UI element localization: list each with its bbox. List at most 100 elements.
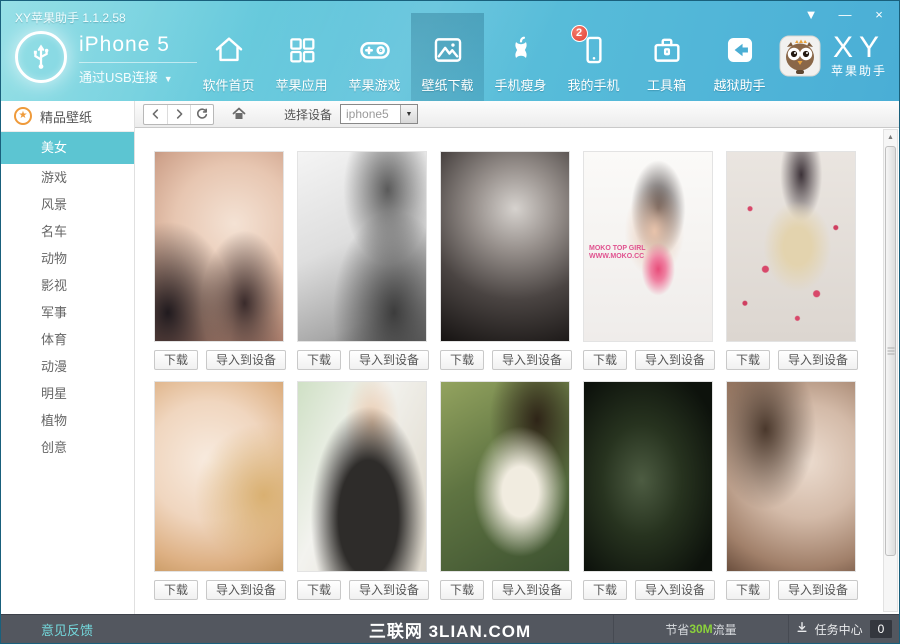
sidebar-item-movies[interactable]: 影视 (1, 272, 134, 299)
nav-item-my-phone[interactable]: 2 我的手机 (557, 13, 630, 101)
sidebar-item-games[interactable]: 游戏 (1, 164, 134, 191)
wallpaper-thumbnail[interactable] (726, 381, 856, 572)
wallpaper-icon (428, 30, 468, 70)
sidebar-item-animals[interactable]: 动物 (1, 245, 134, 272)
wallpaper-thumbnail[interactable] (297, 381, 427, 572)
brand-text: XY 苹果助手 (831, 34, 887, 79)
gamepad-icon (355, 30, 395, 70)
app-window: XY苹果助手 1.1.2.58 ▼ — × iPhone 5 通过USB连接▼ (0, 0, 900, 644)
sidebar-item-stars[interactable]: 明星 (1, 380, 134, 407)
sidebar-item-plants[interactable]: 植物 (1, 407, 134, 434)
download-button[interactable]: 下载 (154, 350, 198, 370)
nav-item-apple-games[interactable]: 苹果游戏 (338, 13, 411, 101)
device-select-value: iphone5 (341, 107, 400, 121)
chevron-down-icon: ▼ (164, 74, 173, 84)
wallpaper-thumbnail[interactable] (297, 151, 427, 342)
home-button[interactable] (226, 104, 252, 125)
sidebar-header-featured-wallpapers[interactable]: ★ 精品壁纸 (1, 101, 134, 132)
device-info: iPhone 5 通过USB连接▼ (15, 31, 197, 86)
site-watermark: 三联网 3LIAN.COM (369, 617, 531, 642)
nav-item-software-home[interactable]: 软件首页 (192, 13, 265, 101)
apps-grid-icon (282, 30, 322, 70)
brand-logo: XY 苹果助手 (777, 33, 887, 79)
download-arrow-icon (796, 620, 808, 638)
device-select-dropdown[interactable]: iphone5 ▼ (340, 104, 418, 124)
sidebar-item-cars[interactable]: 名车 (1, 218, 134, 245)
download-button[interactable]: 下载 (154, 580, 198, 600)
toolbox-icon (647, 30, 687, 70)
import-to-device-button[interactable]: 导入到设备 (635, 580, 715, 600)
sidebar-item-anime[interactable]: 动漫 (1, 353, 134, 380)
download-button[interactable]: 下载 (440, 350, 484, 370)
brand-subtitle: 苹果助手 (831, 62, 887, 79)
menu-dropdown-icon[interactable]: ▼ (801, 6, 821, 24)
window-controls: ▼ — × (801, 6, 889, 24)
main-nav: 软件首页 苹果应用 苹果游戏 壁纸下载 (192, 13, 776, 101)
wallpaper-card: 下载导入到设备 (583, 381, 713, 600)
owl-logo-icon (777, 33, 823, 79)
minimize-icon[interactable]: — (835, 6, 855, 24)
scrollbar-thumb[interactable] (885, 146, 896, 556)
download-button[interactable]: 下载 (726, 350, 770, 370)
download-button[interactable]: 下载 (583, 350, 627, 370)
download-button[interactable]: 下载 (726, 580, 770, 600)
wallpaper-card: 下载导入到设备 (726, 381, 856, 600)
import-to-device-button[interactable]: 导入到设备 (206, 580, 286, 600)
traffic-amount: 30M (689, 622, 712, 636)
traffic-saved-status: 节省30M流量 (613, 615, 789, 643)
import-to-device-button[interactable]: 导入到设备 (778, 580, 858, 600)
nav-button-group (143, 104, 214, 125)
import-to-device-button[interactable]: 导入到设备 (492, 580, 572, 600)
jailbreak-arrow-icon (720, 30, 760, 70)
device-separator (79, 62, 197, 63)
status-bar: 意见反馈 三联网 3LIAN.COM 节省30M流量 任务中心 0 (1, 614, 899, 643)
wallpaper-thumbnail[interactable] (583, 381, 713, 572)
vertical-scrollbar[interactable]: ▲ (883, 129, 898, 612)
import-to-device-button[interactable]: 导入到设备 (349, 580, 429, 600)
wallpaper-thumbnail[interactable] (440, 381, 570, 572)
close-icon[interactable]: × (869, 6, 889, 24)
nav-item-wallpaper-download[interactable]: 壁纸下载 (411, 13, 484, 101)
refresh-button[interactable] (190, 105, 213, 124)
combo-arrow-icon[interactable]: ▼ (400, 105, 417, 123)
import-to-device-button[interactable]: 导入到设备 (349, 350, 429, 370)
wallpaper-thumbnail[interactable] (726, 151, 856, 342)
wallpaper-thumbnail[interactable] (154, 381, 284, 572)
brand-name: XY (831, 34, 887, 62)
task-center-button[interactable]: 任务中心 0 (789, 615, 899, 643)
wallpaper-thumbnail[interactable] (154, 151, 284, 342)
wallpaper-card: 下载导入到设备 (440, 151, 570, 370)
import-to-device-button[interactable]: 导入到设备 (206, 350, 286, 370)
wallpaper-thumbnail[interactable]: MOKO TOP GIRL WWW.MOKO.CC (583, 151, 713, 342)
back-button[interactable] (144, 105, 167, 124)
scroll-up-arrow-icon[interactable]: ▲ (884, 130, 897, 144)
import-to-device-button[interactable]: 导入到设备 (635, 350, 715, 370)
import-to-device-button[interactable]: 导入到设备 (492, 350, 572, 370)
sidebar-item-creative[interactable]: 创意 (1, 434, 134, 461)
download-button[interactable]: 下载 (297, 350, 341, 370)
sidebar-item-beauty[interactable]: 美女 (1, 132, 134, 164)
wallpaper-card: 下载导入到设备 (154, 381, 284, 600)
apple-core-icon (501, 30, 541, 70)
wallpaper-thumbnail[interactable] (440, 151, 570, 342)
feedback-link[interactable]: 意见反馈 (41, 620, 93, 639)
device-text: iPhone 5 通过USB连接▼ (79, 31, 197, 86)
home-icon (209, 30, 249, 70)
download-button[interactable]: 下载 (583, 580, 627, 600)
nav-item-apple-apps[interactable]: 苹果应用 (265, 13, 338, 101)
connection-status[interactable]: 通过USB连接▼ (79, 67, 197, 86)
nav-item-toolbox[interactable]: 工具箱 (630, 13, 703, 101)
nav-item-jailbreak[interactable]: 越狱助手 (703, 13, 776, 101)
task-count-badge: 0 (870, 620, 893, 638)
download-button[interactable]: 下载 (297, 580, 341, 600)
download-button[interactable]: 下载 (440, 580, 484, 600)
sidebar-item-sports[interactable]: 体育 (1, 326, 134, 353)
sidebar-item-scenery[interactable]: 风景 (1, 191, 134, 218)
nav-item-phone-slim[interactable]: 手机瘦身 (484, 13, 557, 101)
forward-button[interactable] (167, 105, 190, 124)
wallpaper-card: 下载导入到设备 (154, 151, 284, 370)
wallpaper-card: 下载导入到设备 (440, 381, 570, 600)
import-to-device-button[interactable]: 导入到设备 (778, 350, 858, 370)
sidebar: ★ 精品壁纸 美女 游戏 风景 名车 动物 影视 军事 体育 动漫 明星 植物 … (1, 101, 135, 614)
sidebar-item-military[interactable]: 军事 (1, 299, 134, 326)
